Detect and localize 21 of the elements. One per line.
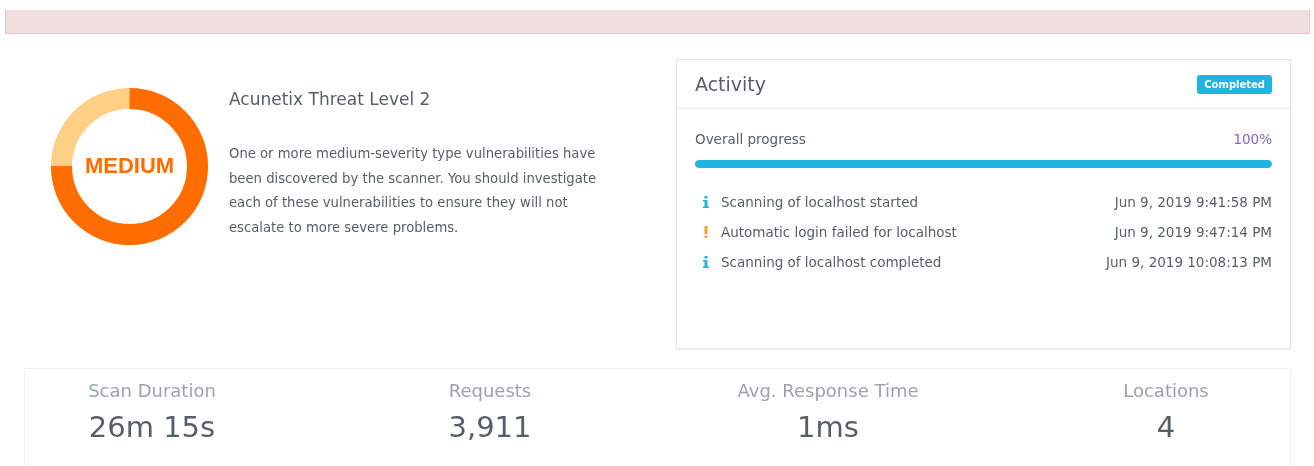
- threat-label: MEDIUM: [83, 152, 176, 180]
- progress-label: Overall progress: [695, 131, 806, 147]
- event-text: Automatic login failed for localhost: [721, 224, 957, 240]
- event-time: Jun 9, 2019 10:08:13 PM: [1106, 254, 1272, 270]
- event-text: Scanning of localhost started: [721, 194, 919, 210]
- event-text: Scanning of localhost completed: [721, 254, 942, 270]
- stat-value: 1ms: [797, 410, 859, 444]
- stat-label: Avg. Response Time: [737, 380, 919, 401]
- card-title: Activity: [695, 73, 767, 95]
- progress-value: 100%: [1233, 131, 1272, 147]
- threat-description: One or more medium-severity type vulnerabilities have been discovered by the scanner. You should investigate each of these vulnerabilities to ensure they will not escalate to more severe problems.: [229, 145, 598, 237]
- status-badge: Completed: [1197, 74, 1272, 94]
- stat-label: Requests: [448, 380, 532, 401]
- event-time: Jun 9, 2019 9:41:58 PM: [1114, 194, 1272, 210]
- stat-value: 4: [1156, 410, 1176, 444]
- threat-title: Acunetix Threat Level 2: [229, 89, 432, 109]
- stat-value: 3,911: [448, 410, 532, 444]
- stat-value: 26m 15s: [88, 410, 216, 444]
- event-time: Jun 9, 2019 9:47:14 PM: [1114, 224, 1272, 240]
- stat-label: Locations: [1123, 380, 1209, 401]
- stat-label: Scan Duration: [88, 380, 216, 401]
